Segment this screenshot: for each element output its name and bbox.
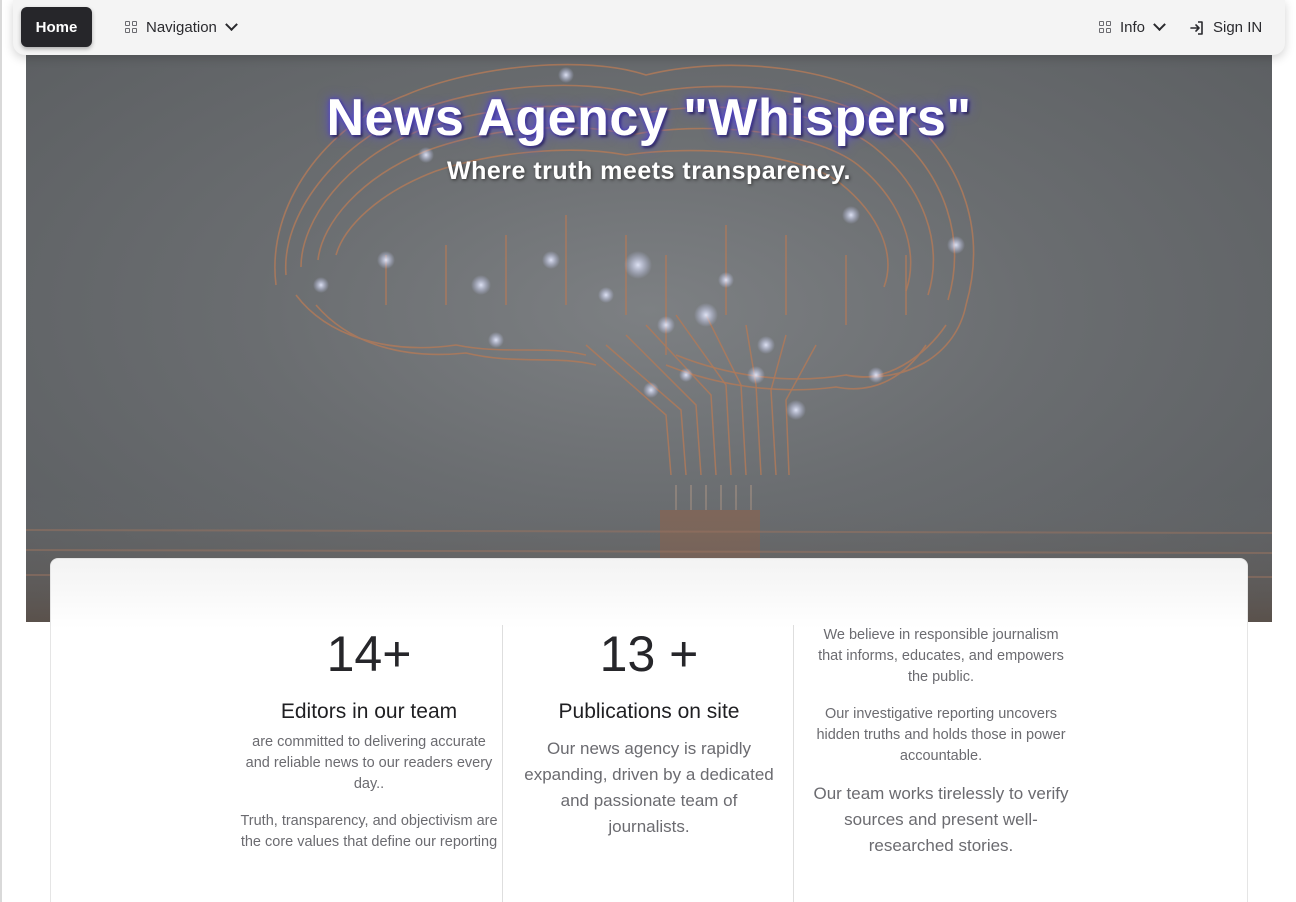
mission-text: We believe in responsible journalism tha… [818, 627, 1064, 685]
page-left-border [0, 0, 2, 902]
navigation-dropdown[interactable]: Navigation [125, 0, 238, 55]
sign-in-button[interactable]: Sign IN [1189, 0, 1262, 55]
info-dropdown[interactable]: Info [1099, 0, 1166, 55]
publications-count: 13 + [599, 626, 699, 682]
editors-stat: 14+ Editors in our team are committed to… [239, 625, 499, 853]
hero-subtitle: Where truth meets transparency. [446, 157, 852, 185]
info-label: Info [1120, 19, 1146, 36]
chevron-down-icon [225, 18, 238, 32]
editors-title: Editors in our team [280, 700, 458, 723]
stats-card: 14+ Editors in our team are committed to… [50, 558, 1248, 902]
home-button[interactable]: Home [21, 7, 92, 47]
chevron-down-icon [1153, 18, 1166, 32]
editors-text: are committed to delivering accurate and… [245, 734, 493, 792]
editors-count: 14+ [326, 626, 412, 682]
hero-banner: News Agency "Whispers" Where truth meets… [26, 55, 1272, 622]
sign-in-icon [1190, 20, 1203, 35]
top-navbar: Home Navigation Info Sign IN [13, 0, 1285, 55]
grid-icon [1099, 21, 1112, 34]
investigative-text: Our investigative reporting uncovers hid… [816, 706, 1066, 764]
hero-title: News Agency "Whispers" [326, 89, 972, 147]
publications-text: Our news agency is rapidly expanding, dr… [524, 739, 774, 836]
publications-stat: 13 + Publications on site Our news agenc… [519, 625, 779, 840]
column-divider [793, 625, 794, 902]
grid-icon [125, 21, 138, 34]
publications-title: Publications on site [558, 700, 740, 723]
editors-values-text: Truth, transparency, and objectivism are… [240, 813, 498, 850]
column-divider [502, 625, 503, 902]
navigation-label: Navigation [146, 19, 217, 36]
mission-column: We believe in responsible journalism tha… [811, 625, 1071, 859]
verification-text: Our team works tirelessly to verify sour… [813, 784, 1069, 855]
sign-in-label: Sign IN [1213, 19, 1263, 36]
